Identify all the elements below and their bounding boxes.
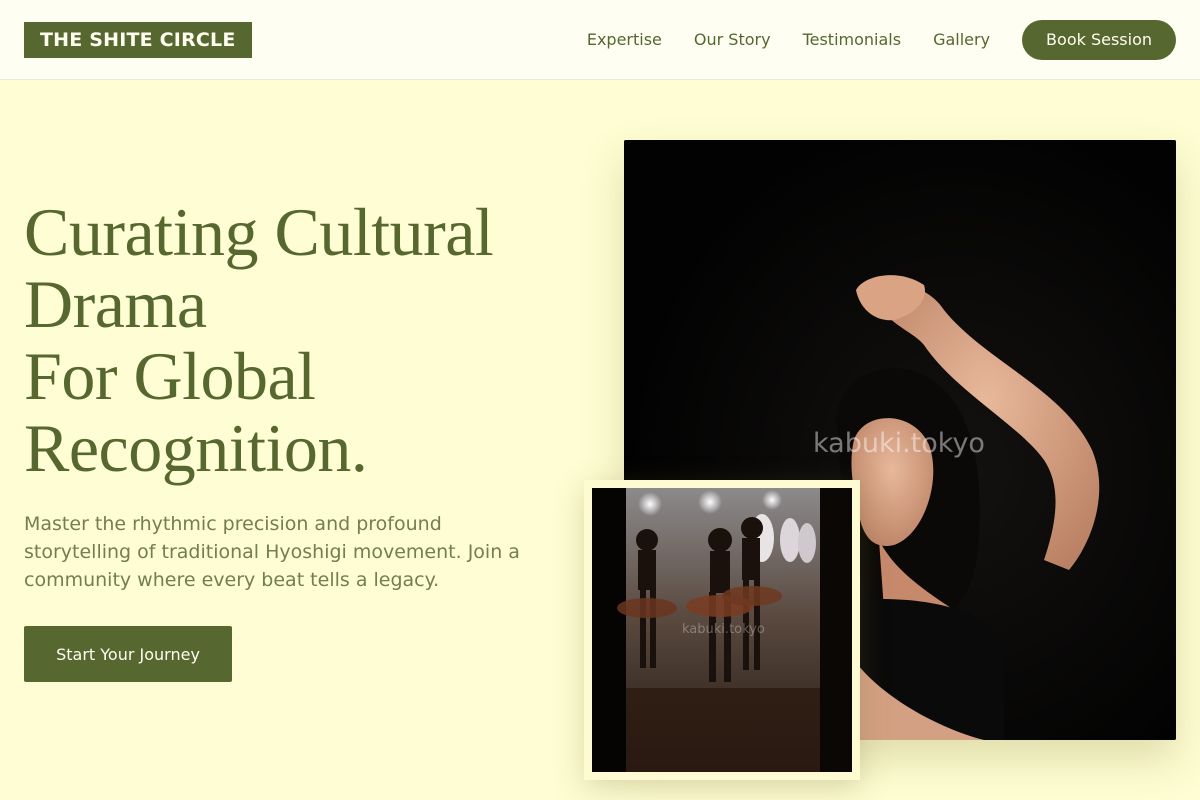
nav-link-expertise[interactable]: Expertise: [587, 20, 662, 60]
hero-headline: Curating Cultural Drama For Global Recog…: [24, 196, 584, 484]
hero-headline-line: Recognition.: [24, 410, 368, 486]
ballet-photo: kabuki.tokyo: [592, 488, 852, 772]
main-nav: Expertise Our Story Testimonials Gallery…: [587, 20, 1176, 60]
site-header: THE SHITE CIRCLE Expertise Our Story Tes…: [0, 0, 1200, 80]
hero-headline-line: Drama: [24, 266, 207, 342]
brand-logo[interactable]: THE SHITE CIRCLE: [24, 22, 252, 58]
image-watermark: kabuki.tokyo: [813, 428, 985, 459]
start-journey-button[interactable]: Start Your Journey: [24, 626, 232, 682]
image-watermark: kabuki.tokyo: [682, 622, 765, 637]
hero-headline-line: For Global: [24, 338, 316, 414]
nav-link-gallery[interactable]: Gallery: [933, 20, 990, 60]
hero-headline-line: Curating Cultural: [24, 194, 494, 270]
hero-subtext: Master the rhythmic precision and profou…: [24, 513, 520, 591]
nav-link-our-story[interactable]: Our Story: [694, 20, 771, 60]
nav-link-testimonials[interactable]: Testimonials: [803, 20, 902, 60]
book-session-button[interactable]: Book Session: [1022, 20, 1176, 60]
ballet-photo-frame: kabuki.tokyo: [584, 480, 860, 780]
